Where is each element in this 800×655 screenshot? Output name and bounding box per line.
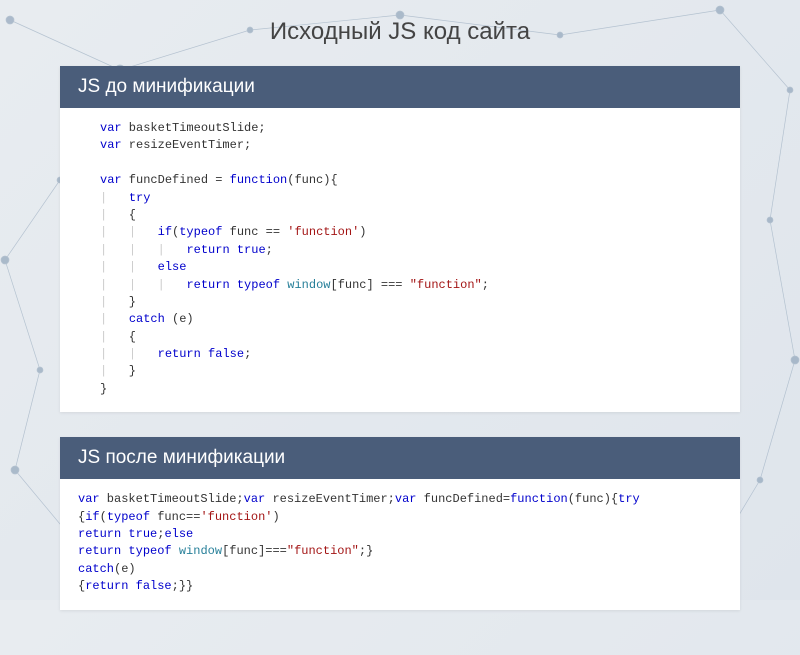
panel-before-minification: JS до минификации var basketTimeoutSlide… xyxy=(60,66,740,412)
code-before: var basketTimeoutSlide; var resizeEventT… xyxy=(60,108,740,412)
panel-header-after: JS после минификации xyxy=(60,437,740,479)
code-after: var basketTimeoutSlide;var resizeEventTi… xyxy=(60,479,740,609)
panel-after-minification: JS после минификации var basketTimeoutSl… xyxy=(60,437,740,609)
page-title: Исходный JS код сайта xyxy=(60,18,740,46)
panel-header-before: JS до минификации xyxy=(60,66,740,108)
